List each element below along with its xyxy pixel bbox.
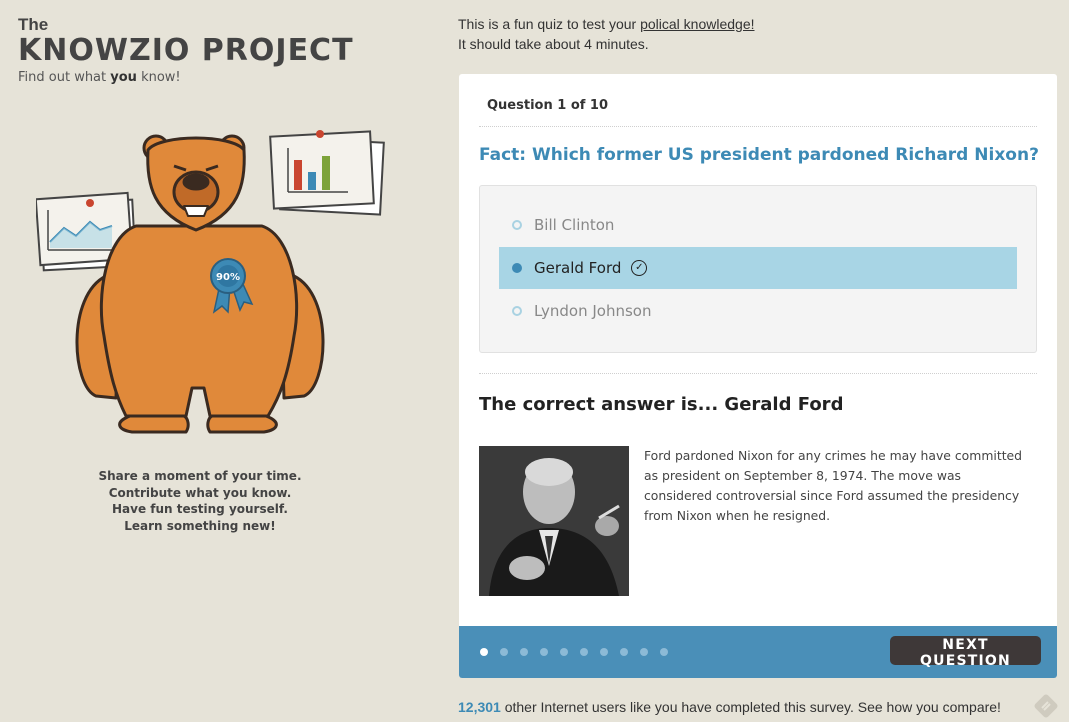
share-line: Contribute what you know.: [108, 485, 292, 500]
quiz-intro: This is a fun quiz to test your polical …: [458, 16, 755, 52]
logo-the: The: [18, 15, 49, 34]
option-label: Gerald Ford: [534, 259, 622, 277]
option-lyndon-johnson[interactable]: Lyndon Johnson: [499, 290, 1017, 332]
check-circle-icon: ✓: [631, 260, 648, 276]
option-gerald-ford[interactable]: Gerald Ford ✓: [499, 247, 1017, 289]
radio-icon[interactable]: [512, 220, 522, 230]
answer-explanation: Ford pardoned Nixon for any crimes he ma…: [644, 448, 1023, 523]
option-label: Lyndon Johnson: [534, 302, 652, 320]
progress-dot: [620, 648, 628, 656]
share-line: Have fun testing yourself.: [112, 502, 288, 516]
progress-dots: [480, 648, 668, 656]
question-counter: Question 1 of 10: [487, 98, 609, 113]
answer-options: Bill Clinton Gerald Ford ✓ Lyndon Johnso…: [479, 185, 1037, 353]
completion-stats: 12,301 other Internet users like you hav…: [458, 699, 1001, 715]
gerald-ford-photo: [479, 446, 629, 596]
progress-dot: [520, 648, 528, 656]
next-question-button[interactable]: NEXT QUESTION: [890, 636, 1041, 669]
divider: [479, 373, 1037, 374]
radio-selected-icon[interactable]: [512, 263, 522, 273]
quiz-card: Question 1 of 10 Fact: Which former US p…: [459, 74, 1057, 678]
bar-chart-paper-icon: [269, 130, 385, 216]
progress-dot: [560, 648, 568, 656]
feedback-icon[interactable]: [1034, 694, 1058, 718]
option-bill-clinton[interactable]: Bill Clinton: [499, 204, 1017, 246]
option-label: Bill Clinton: [534, 216, 615, 234]
share-line: Share a moment of your time.: [98, 469, 302, 483]
progress-dot: [660, 648, 668, 656]
completion-text: other Internet users like you have compl…: [500, 699, 1001, 715]
share-message: Share a moment of your time. Contribute …: [80, 468, 320, 534]
progress-dot: [500, 648, 508, 656]
progress-dot: [640, 648, 648, 656]
political-knowledge-link[interactable]: polical knowledge!: [640, 16, 754, 32]
progress-dot: [580, 648, 588, 656]
tagline: Find out what you know!: [18, 70, 181, 85]
progress-dot: [480, 648, 488, 656]
badge-text: 90%: [216, 272, 240, 283]
divider: [479, 126, 1037, 127]
correct-answer-title: The correct answer is... Gerald Ford: [479, 394, 844, 415]
bear-mascot-illustration: 90%: [36, 130, 385, 434]
logo-title: KNOWZIO PROJECT: [18, 33, 354, 68]
progress-dot: [540, 648, 548, 656]
quiz-footer: NEXT QUESTION: [459, 626, 1057, 678]
share-line: Learn something new!: [124, 518, 276, 533]
radio-icon[interactable]: [512, 306, 522, 316]
duration-text: It should take about 4 minutes.: [458, 36, 649, 52]
completion-count: 12,301: [458, 699, 501, 715]
site-logo[interactable]: The KNOWZIO PROJECT Find out what you kn…: [18, 15, 354, 86]
progress-dot: [600, 648, 608, 656]
question-text: Fact: Which former US president pardoned…: [479, 145, 1039, 165]
